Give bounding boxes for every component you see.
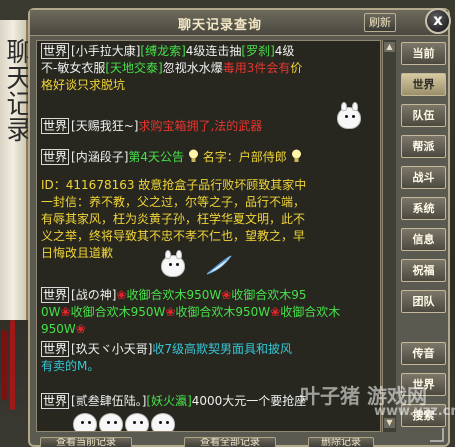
message-text-green: 0W <box>41 305 61 319</box>
tab-whisper[interactable]: 传音 <box>401 342 446 365</box>
message-text-cyan: 有卖的M。 <box>41 359 100 373</box>
message-text-green: 收御合欢木95 <box>231 288 307 302</box>
message-text: 不-敏女衣服 <box>41 61 106 75</box>
emoji-icon <box>99 413 123 431</box>
chat-message: 世界 [玖天ヾ小天哥]收7级高欺契男面具和披风 有卖的M。 <box>41 341 377 375</box>
message-text-green: 收御合欢木950W <box>70 305 166 319</box>
tab-system[interactable]: 系统 <box>401 197 446 220</box>
lightbulb-icon <box>291 149 301 162</box>
rose-icon: ❀ <box>221 288 232 302</box>
close-button[interactable]: x <box>425 8 451 34</box>
tab-current[interactable]: 当前 <box>401 42 446 65</box>
message-text-cyan: 收7级高欺契男面具和披风 <box>152 342 293 356</box>
message-text: ID：411678163 故意抢盒子品行败坏顾致其家中 <box>41 178 307 192</box>
watermark-domain: www.yzz.cn <box>374 404 455 419</box>
rose-icon: ❀ <box>60 305 71 319</box>
tab-team[interactable]: 队伍 <box>401 104 446 127</box>
message-text-red: 求购宝箱拥了,法的武器 <box>138 119 263 133</box>
channel-tag-world[interactable]: 世界 <box>41 341 70 357</box>
emoji-icon <box>125 413 149 431</box>
chat-message: ID：411678163 故意抢盒子品行败坏顾致其家中 一封信：养不教，父之过，… <box>41 177 377 262</box>
tab-blessing[interactable]: 祝福 <box>401 259 446 282</box>
decorative-scroll: 聊天记录 <box>0 20 32 320</box>
tab-info[interactable]: 信息 <box>401 228 446 251</box>
player-name[interactable]: [贰叁肆伍陆。] <box>71 394 146 408</box>
tassel-decoration <box>2 330 7 400</box>
message-text-green: 收御合欢木950W <box>175 305 271 319</box>
player-name[interactable]: [战の神] <box>71 288 116 302</box>
tab-world[interactable]: 世界 <box>401 73 446 96</box>
chat-message: 世界 [内涵段子]第4天公告 名字：户部侍郎 <box>41 149 377 166</box>
tassel-decoration <box>10 320 15 410</box>
resize-grip[interactable] <box>430 428 444 442</box>
window-title: 聊天记录查询 <box>177 18 262 33</box>
channel-tag-world[interactable]: 世界 <box>41 393 70 409</box>
message-text: 日悔改且道歉 <box>41 246 114 260</box>
emoji-icon <box>151 413 175 431</box>
message-text: 有辱其家风，枉为炎黄子孙，枉学华夏文明，此不 <box>41 212 306 226</box>
feather-emoji-icon <box>206 255 232 275</box>
player-name[interactable]: [天赐我狂~] <box>71 119 138 133</box>
message-text: 4000大元一个要抢座 <box>191 394 307 408</box>
message-text-green: 收御合欢木950W <box>126 288 222 302</box>
bunny-emoji-icon <box>161 250 185 277</box>
rose-icon: ❀ <box>116 288 127 302</box>
message-text: 义之举，终将导致其不忠不孝不仁也，望教之，早 <box>41 229 306 243</box>
tab-guild[interactable]: 帮派 <box>401 135 446 158</box>
player-name[interactable]: [妖火瀛] <box>146 394 191 408</box>
site-watermark: 叶子猪 游戏网 www.yzz.cn <box>300 380 455 420</box>
chat-log: 世界 [小手拉大康][缚龙索]4级连击抽[罗刹]4级 不-敏女衣服[天地交泰]忽视… <box>36 40 381 432</box>
message-text: 4级 <box>274 44 295 58</box>
channel-tag-world[interactable]: 世界 <box>41 287 70 303</box>
chat-message: 世界 [小手拉大康][缚龙索]4级连击抽[罗刹]4级 不-敏女衣服[天地交泰]忽视… <box>41 43 377 94</box>
message-text: 4级连击抽 <box>185 44 242 58</box>
rose-icon: ❀ <box>75 322 86 336</box>
bottom-bar: 查看当前记录 查看全部记录 删除记录 <box>36 435 448 447</box>
message-text: 名字：户部侍郎 <box>202 150 287 164</box>
scroll-up-arrow[interactable]: ▲ <box>384 42 395 52</box>
refresh-button[interactable]: 刷新 <box>364 13 396 32</box>
tab-group[interactable]: 团队 <box>401 290 446 313</box>
item-link[interactable]: [罗刹] <box>241 44 274 58</box>
message-text: 忽视水水爆 <box>162 61 223 75</box>
message-text: 价 <box>290 61 303 75</box>
channel-tag-world[interactable]: 世界 <box>41 43 70 59</box>
view-all-records-button[interactable]: 查看全部记录 <box>184 437 276 447</box>
item-link[interactable]: [缚龙索] <box>140 44 185 58</box>
chat-message: 世界 [战の神]❀收御合欢木950W❀收御合欢木95 0W❀收御合欢木950W❀收… <box>41 287 377 338</box>
tab-battle[interactable]: 战斗 <box>401 166 446 189</box>
message-text-green: 第4天公告 <box>128 150 185 164</box>
channel-tag-world[interactable]: 世界 <box>41 149 70 165</box>
message-text-red: 毒用3件会有 <box>222 61 291 75</box>
rose-icon: ❀ <box>270 305 281 319</box>
delete-records-button[interactable]: 删除记录 <box>308 437 374 447</box>
channel-tag-world[interactable]: 世界 <box>41 118 70 134</box>
view-current-records-button[interactable]: 查看当前记录 <box>40 437 132 447</box>
message-text: 格好谈只求脱坑 <box>41 78 126 92</box>
lightbulb-icon <box>188 149 198 162</box>
emoji-icon <box>73 413 97 431</box>
chat-message: 世界 [天赐我狂~]求购宝箱拥了,法的武器 <box>41 118 377 135</box>
player-name[interactable]: [玖天ヾ小天哥] <box>71 342 152 356</box>
player-name[interactable]: [小手拉大康] <box>71 44 140 58</box>
item-link[interactable]: [天地交泰] <box>105 61 162 75</box>
chat-scrollbar[interactable]: ▲ ▼ <box>382 40 396 432</box>
title-bar: 聊天记录查询 刷新 x <box>30 8 451 36</box>
message-text: 一封信：养不教，父之过，尔等之子，品行不端， <box>41 195 306 209</box>
rose-icon: ❀ <box>165 305 176 319</box>
player-name[interactable]: [内涵段子] <box>71 150 128 164</box>
